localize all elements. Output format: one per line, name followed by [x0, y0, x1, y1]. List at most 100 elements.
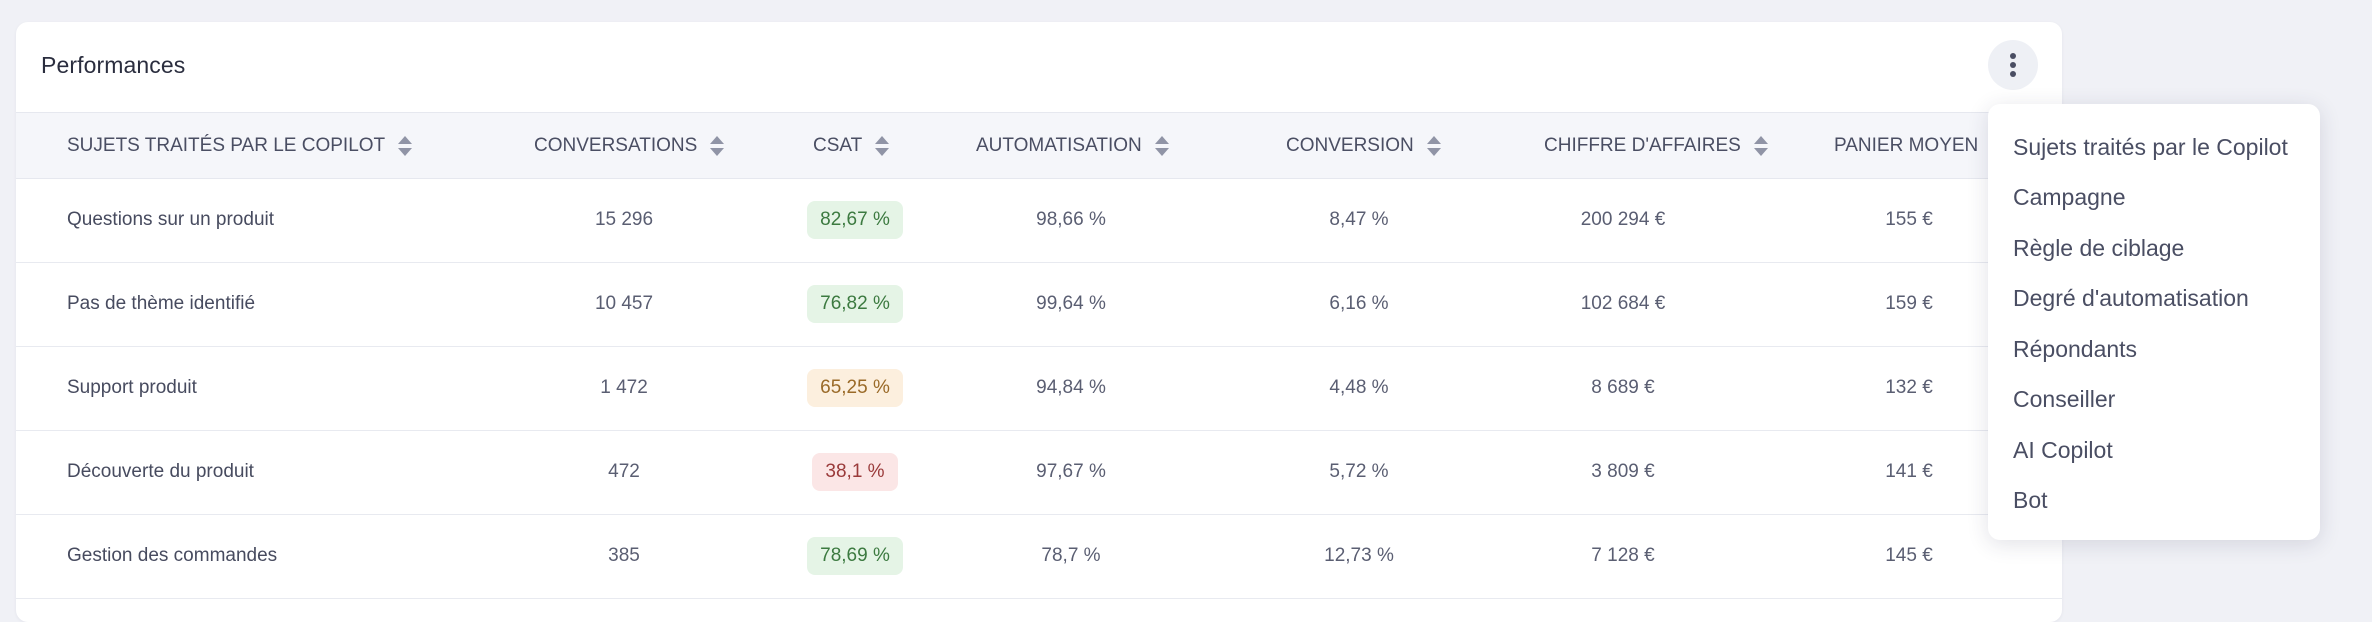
sort-icon [1426, 135, 1441, 156]
csat-badge: 38,1 % [812, 453, 898, 491]
cell-basket-text: 141 € [1885, 461, 1933, 482]
cell-conversion: 4,48 % [1279, 346, 1439, 430]
cell-csat: 38,1 % [765, 430, 945, 514]
column-label: CONVERSATIONS [534, 134, 698, 156]
card-title: Performances [41, 52, 186, 78]
cell-topic-text: Gestion des commandes [67, 545, 278, 566]
cell-csat: 78,69 % [765, 514, 945, 598]
sort-icon [1753, 135, 1768, 156]
menu-item-campaign[interactable]: Campagne [2013, 172, 2126, 222]
cell-csat: 65,25 % [765, 346, 945, 430]
cell-topic: Pas de thème identifié [67, 262, 487, 346]
column-header-automation[interactable]: AUTOMATISATION [976, 113, 1170, 178]
csat-badge: 82,67 % [807, 201, 903, 239]
cell-conversion: 12,73 % [1279, 514, 1439, 598]
sort-icon [398, 135, 413, 156]
cell-revenue: 200 294 € [1533, 178, 1713, 262]
more-options-button[interactable] [1988, 40, 2038, 90]
column-header-csat[interactable]: CSAT [813, 113, 890, 178]
csat-badge: 76,82 % [807, 285, 903, 323]
cell-conversion-text: 8,47 % [1329, 209, 1389, 230]
cell-conversations-text: 1 472 [600, 377, 648, 398]
cell-conversations-text: 385 [608, 545, 640, 566]
cell-automation-text: 78,7 % [1041, 545, 1101, 566]
sort-icon [710, 135, 725, 156]
cell-basket: 145 € [1829, 514, 1989, 598]
column-label: SUJETS TRAITÉS PAR LE COPILOT [67, 134, 386, 156]
csat-badge: 65,25 % [807, 369, 903, 407]
cell-basket: 132 € [1829, 346, 1989, 430]
cell-topic-text: Support produit [67, 377, 197, 398]
menu-item-respondents[interactable]: Répondants [2013, 324, 2137, 374]
cell-automation-text: 99,64 % [1036, 293, 1106, 314]
menu-item-ai-copilot[interactable]: AI Copilot [2013, 425, 2113, 475]
column-label: CONVERSION [1286, 134, 1414, 156]
cell-automation: 97,67 % [991, 430, 1151, 514]
cell-automation-text: 94,84 % [1036, 377, 1106, 398]
cell-automation: 99,64 % [991, 262, 1151, 346]
column-dropdown-menu: Sujets traités par le Copilot Campagne R… [1988, 104, 2320, 540]
cell-revenue-text: 3 809 € [1591, 461, 1655, 482]
table-row[interactable]: Gestion des commandes 385 78,69 % 78,7 % 12,… [16, 514, 2062, 599]
sort-icon [1154, 135, 1169, 156]
cell-conversion: 6,16 % [1279, 262, 1439, 346]
cell-topic-text: Découverte du produit [67, 461, 254, 482]
cell-conversations: 472 [544, 430, 704, 514]
cell-revenue: 102 684 € [1533, 262, 1713, 346]
menu-item-automation-level[interactable]: Degré d'automatisation [2013, 273, 2249, 323]
cell-basket-text: 132 € [1885, 377, 1933, 398]
cell-automation: 98,66 % [991, 178, 1151, 262]
cell-basket-text: 155 € [1885, 209, 1933, 230]
column-header-basket[interactable]: PANIER MOYEN [1834, 113, 1978, 178]
cell-topic-text: Questions sur un produit [67, 209, 275, 230]
column-header-conversations[interactable]: CONVERSATIONS [534, 113, 725, 178]
cell-conversations-text: 10 457 [594, 293, 654, 314]
cell-basket: 159 € [1829, 262, 1989, 346]
column-label: AUTOMATISATION [976, 134, 1142, 156]
column-header-topic[interactable]: SUJETS TRAITÉS PAR LE COPILOT [67, 113, 413, 178]
cell-revenue: 7 128 € [1533, 514, 1713, 598]
table-row[interactable]: Pas de thème identifié 10 457 76,82 % 99,64… [16, 262, 2062, 347]
cell-csat: 82,67 % [765, 178, 945, 262]
cell-automation: 78,7 % [991, 514, 1151, 598]
cell-automation-text: 98,66 % [1036, 209, 1106, 230]
cell-conversations: 385 [544, 514, 704, 598]
cell-basket: 141 € [1829, 430, 1989, 514]
menu-item-targeting-rule[interactable]: Règle de ciblage [2013, 223, 2184, 273]
menu-item-copilot-topics[interactable]: Sujets traités par le Copilot [2013, 122, 2288, 172]
cell-revenue: 3 809 € [1533, 430, 1713, 514]
cell-conversations: 1 472 [544, 346, 704, 430]
cell-revenue: 8 689 € [1533, 346, 1713, 430]
more-vertical-icon [2010, 53, 2016, 77]
table-row[interactable]: Support produit 1 472 65,25 % 94,84 % 4,48 %… [16, 346, 2062, 431]
cell-automation: 94,84 % [991, 346, 1151, 430]
cell-conversations-text: 472 [608, 461, 640, 482]
table-row[interactable]: Questions sur un produit 15 296 82,67 % 98,… [16, 178, 2062, 263]
cell-revenue-text: 7 128 € [1591, 545, 1655, 566]
column-label: PANIER MOYEN [1834, 134, 1979, 156]
column-label: CHIFFRE D'AFFAIRES [1544, 134, 1741, 156]
table-header: SUJETS TRAITÉS PAR LE COPILOT CONVERSATI… [16, 112, 2062, 179]
cell-conversations-text: 15 296 [594, 209, 654, 230]
column-label: CSAT [813, 134, 863, 156]
cell-conversion: 8,47 % [1279, 178, 1439, 262]
menu-item-advisor[interactable]: Conseiller [2013, 374, 2115, 424]
column-header-conversion[interactable]: CONVERSION [1286, 113, 1442, 178]
sort-icon [875, 135, 890, 156]
menu-item-bot[interactable]: Bot [2013, 475, 2048, 525]
cell-conversion-text: 5,72 % [1329, 461, 1389, 482]
performances-card: Performances SUJETS TRAITÉS PAR LE COPIL… [16, 22, 2062, 622]
cell-conversion: 5,72 % [1279, 430, 1439, 514]
cell-revenue-text: 200 294 € [1580, 209, 1666, 230]
cell-csat: 76,82 % [765, 262, 945, 346]
cell-topic-text: Pas de thème identifié [67, 293, 256, 314]
cell-topic: Gestion des commandes [67, 514, 487, 598]
csat-badge: 78,69 % [807, 537, 903, 575]
cell-basket-text: 159 € [1885, 293, 1933, 314]
cell-conversion-text: 12,73 % [1324, 545, 1394, 566]
cell-automation-text: 97,67 % [1036, 461, 1106, 482]
column-header-revenue[interactable]: CHIFFRE D'AFFAIRES [1544, 113, 1769, 178]
table-row[interactable]: Découverte du produit 472 38,1 % 97,67 % 5,7… [16, 430, 2062, 515]
cell-conversion-text: 4,48 % [1329, 377, 1389, 398]
cell-topic: Questions sur un produit [67, 178, 487, 262]
